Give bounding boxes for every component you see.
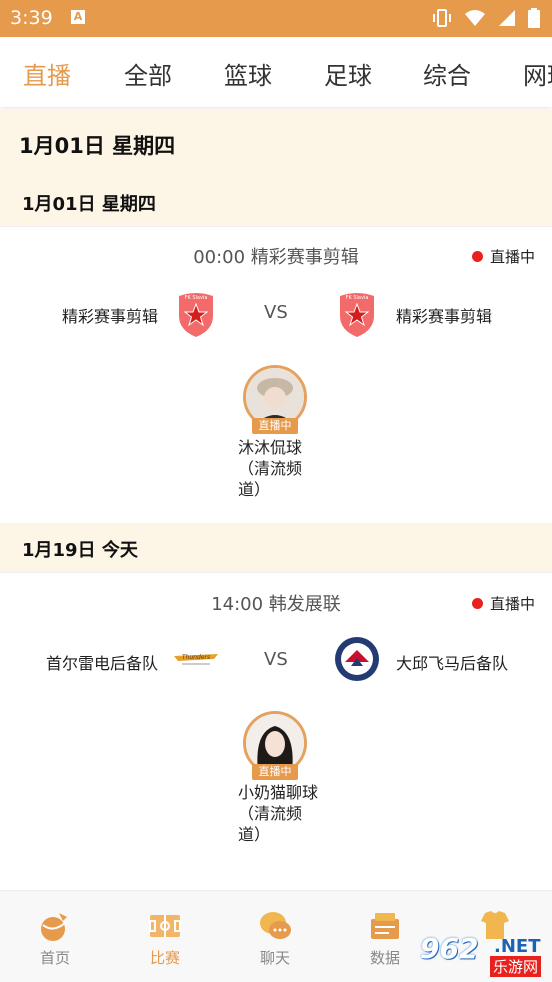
live-badge: 直播中 bbox=[471, 246, 535, 267]
signal-icon bbox=[499, 10, 515, 26]
match-card[interactable]: 14:00 韩发展联 直播中 首尔雷电后备队 Thunders VS 大邱飞马后… bbox=[0, 573, 552, 869]
nav-chat-label: 聊天 bbox=[259, 949, 290, 967]
away-team-logo-icon: FK Slavia bbox=[340, 293, 374, 337]
match-title: 14:00 韩发展联 bbox=[211, 594, 341, 615]
section-date: 1月19日 今天 bbox=[22, 540, 138, 561]
tab-basketball[interactable]: 篮球 bbox=[224, 56, 272, 91]
date-header: 1月01日 星期四 bbox=[0, 109, 552, 177]
svg-text:FK Slavia: FK Slavia bbox=[346, 295, 369, 301]
home-team-name: 首尔雷电后备队 bbox=[45, 654, 158, 673]
tab-football[interactable]: 足球 bbox=[324, 56, 372, 91]
away-team-logo-icon bbox=[335, 637, 379, 681]
tab-tennis[interactable]: 网球 bbox=[523, 56, 552, 91]
live-badge-label: 直播中 bbox=[489, 248, 535, 266]
anchor-name[interactable]: 小奶猫聊球（清流频道） bbox=[238, 782, 318, 845]
chat-icon bbox=[260, 912, 291, 939]
svg-text:FK Slavia: FK Slavia bbox=[185, 295, 208, 301]
site-watermark: 962 .NET 乐游网 bbox=[418, 932, 548, 977]
tab-live[interactable]: 直播 bbox=[23, 56, 71, 91]
nav-home[interactable]: 首页 bbox=[0, 891, 110, 982]
away-team-name: 大邱飞马后备队 bbox=[396, 654, 509, 673]
battery-icon bbox=[528, 8, 540, 28]
match-title: 00:00 精彩赛事剪辑 bbox=[193, 247, 359, 268]
watermark-number: 962 bbox=[420, 932, 479, 965]
match-icon bbox=[149, 915, 181, 937]
section-date: 1月01日 星期四 bbox=[22, 194, 156, 215]
notification-icon: A bbox=[71, 10, 85, 24]
category-tabs: 直播 全部 篮球 足球 综合 网球 bbox=[0, 37, 552, 107]
nav-match-label: 比赛 bbox=[149, 949, 180, 967]
home-team-logo-icon: Thunders bbox=[174, 654, 218, 665]
watermark-net: .NET bbox=[494, 936, 541, 957]
section-header: 1月19日 今天 bbox=[0, 523, 552, 573]
section-header: 1月01日 星期四 bbox=[0, 177, 552, 227]
tab-general[interactable]: 综合 bbox=[423, 56, 471, 91]
live-dot-icon bbox=[471, 251, 483, 262]
anchor-live-tag: 直播中 bbox=[252, 418, 298, 434]
date-header-label: 1月01日 星期四 bbox=[19, 134, 176, 158]
wifi-icon bbox=[465, 10, 485, 26]
tab-all[interactable]: 全部 bbox=[124, 56, 172, 91]
svg-text:Thunders: Thunders bbox=[182, 654, 210, 661]
live-badge-label: 直播中 bbox=[489, 595, 535, 613]
live-badge: 直播中 bbox=[471, 593, 535, 614]
home-icon bbox=[41, 913, 67, 941]
anchor-live-tag: 直播中 bbox=[252, 764, 298, 780]
live-dot-icon bbox=[471, 598, 483, 609]
vibrate-icon bbox=[433, 9, 451, 27]
vs-label: VS bbox=[264, 649, 288, 670]
vs-label: VS bbox=[264, 302, 288, 323]
nav-match[interactable]: 比赛 bbox=[110, 891, 220, 982]
match-card[interactable]: 00:00 精彩赛事剪辑 直播中 精彩赛事剪辑 FK Slavia VS FK … bbox=[0, 227, 552, 523]
away-team-name: 精彩赛事剪辑 bbox=[396, 307, 493, 326]
status-bar: 3:39 A bbox=[0, 0, 552, 37]
anchor-name[interactable]: 沐沐侃球（清流频道） bbox=[238, 437, 318, 500]
home-team-name: 精彩赛事剪辑 bbox=[61, 307, 158, 326]
data-icon bbox=[371, 913, 399, 939]
status-time: 3:39 bbox=[10, 7, 53, 29]
nav-home-label: 首页 bbox=[39, 949, 70, 967]
watermark-sub: 乐游网 bbox=[490, 956, 542, 977]
home-team-logo-icon: FK Slavia bbox=[179, 293, 213, 337]
nav-chat[interactable]: 聊天 bbox=[220, 891, 330, 982]
